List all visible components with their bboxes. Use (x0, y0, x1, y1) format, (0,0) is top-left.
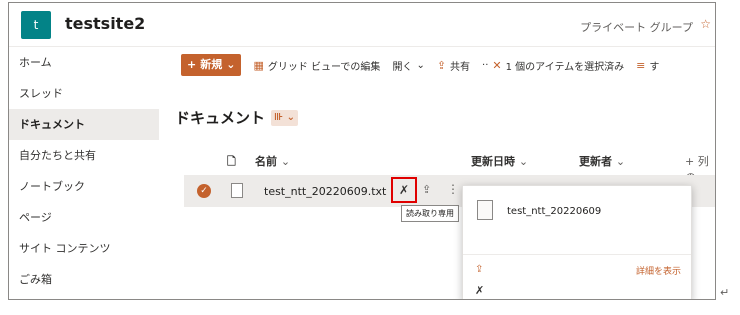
site-logo[interactable]: t (21, 11, 51, 39)
column-modified[interactable]: 更新日時 ⌄ (471, 153, 528, 169)
grid-edit-label: グリッド ビューでの編集 (267, 61, 381, 73)
star-icon[interactable]: ☆ (700, 17, 711, 31)
share-button[interactable]: ⇪ 共有 (437, 58, 470, 73)
view-switcher[interactable]: ⊪ ⌄ (271, 109, 299, 126)
command-bar: + 新規 ⌄ ▦ グリッド ビューでの編集 開く ⌄ ⇪ 共有 ·· ✕ 1 個… (159, 47, 715, 83)
share-icon: ⇪ (436, 58, 447, 72)
new-button-label: 新規 (200, 58, 223, 71)
nav-item-recycle-bin[interactable]: ごみ箱 (9, 264, 159, 295)
file-name[interactable]: test_ntt_20220609.txt (264, 185, 386, 198)
more-dots-icon: ·· (482, 59, 489, 71)
overflow-button[interactable]: ≡ す (636, 58, 659, 73)
nav-item-home[interactable]: ホーム (9, 47, 159, 78)
card-file-name[interactable]: test_ntt_20220609 (507, 206, 601, 217)
overflow-label: す (649, 61, 660, 73)
read-only-icon[interactable]: ✗ (399, 183, 409, 197)
page-title: ドキュメント ⊪ ⌄ (175, 107, 299, 128)
list-icon: ≡ (636, 58, 646, 72)
left-navigation: ホーム スレッド ドキュメント 自分たちと共有 ノートブック ページ サイト コ… (9, 47, 159, 299)
open-label: 開く (392, 61, 413, 73)
nav-item-shared[interactable]: 自分たちと共有 (9, 140, 159, 171)
clear-selection-button[interactable]: ·· ✕ 1 個のアイテムを選択済み (482, 58, 624, 73)
sharepoint-window: t testsite2 プライベート グループ ☆ ホーム スレッド ドキュメン… (8, 2, 716, 300)
close-icon: ✕ (492, 58, 502, 72)
selection-label: 1 個のアイテムを選択済み (505, 61, 625, 73)
text-file-icon (477, 200, 493, 220)
nav-item-threads[interactable]: スレッド (9, 78, 159, 109)
open-button[interactable]: 開く ⌄ (392, 58, 424, 73)
site-title[interactable]: testsite2 (65, 14, 145, 33)
chevron-down-icon: ⌄ (226, 58, 236, 71)
column-modified-label: 更新日時 (471, 155, 515, 168)
read-only-icon: ✗ (475, 284, 485, 297)
grid-edit-button[interactable]: ▦ グリッド ビューでの編集 (253, 58, 380, 73)
nav-item-documents[interactable]: ドキュメント (9, 109, 159, 140)
nav-item-site-contents[interactable]: サイト コンテンツ (9, 233, 159, 264)
column-modified-by-label: 更新者 (579, 155, 612, 168)
column-name-label: 名前 (255, 155, 277, 168)
site-header: t testsite2 プライベート グループ ☆ (9, 3, 715, 47)
more-options-icon[interactable]: ⋮ (447, 182, 459, 196)
group-type-label: プライベート グループ (580, 21, 693, 34)
paragraph-return-icon: ↵ (720, 286, 730, 299)
plus-icon: + (187, 58, 197, 71)
chevron-down-icon: ⌄ (416, 59, 425, 71)
share-icon[interactable]: ⇪ (475, 264, 483, 275)
show-details-link[interactable]: 詳細を表示 (636, 264, 681, 277)
file-type-icon-header[interactable]: 🗋 (227, 153, 236, 172)
checkmark-icon[interactable]: ✓ (197, 184, 211, 198)
column-name[interactable]: 名前 ⌄ (255, 153, 290, 169)
grid-icon: ▦ (253, 58, 264, 72)
column-modified-by[interactable]: 更新者 ⌄ (579, 153, 625, 169)
new-button[interactable]: + 新規 ⌄ (181, 54, 242, 76)
tooltip: 読み取り専用 (401, 205, 459, 222)
file-hover-card: test_ntt_20220609 ⇪ 詳細を表示 ✗ (462, 185, 692, 299)
share-label: 共有 (450, 61, 471, 73)
nav-item-pages[interactable]: ページ (9, 202, 159, 233)
nav-item-notebook[interactable]: ノートブック (9, 171, 159, 202)
divider (463, 254, 691, 255)
share-icon[interactable]: ⇪ (422, 183, 431, 196)
page-title-text: ドキュメント (175, 109, 266, 127)
text-file-icon (231, 183, 243, 198)
